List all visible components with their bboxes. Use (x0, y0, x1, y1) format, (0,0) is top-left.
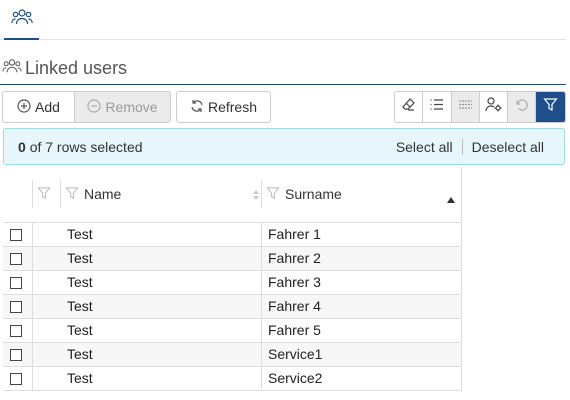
tab-linked-users[interactable] (4, 0, 39, 40)
selection-actions: Select all Deselect all (396, 139, 544, 155)
minus-circle-icon (87, 98, 102, 116)
tab-bar (0, 0, 566, 40)
cell-surname: Service1 (268, 346, 323, 362)
undo-icon (514, 97, 529, 117)
cell-divider (32, 343, 33, 366)
column-divider (32, 180, 33, 208)
cell-name: Test (67, 250, 93, 266)
cell-divider (261, 343, 262, 366)
remove-button-label: Remove (105, 99, 158, 115)
sort-neutral-icon[interactable] (252, 188, 260, 204)
selection-summary: 0 of 7 rows selected (18, 139, 143, 155)
section-divider (0, 84, 566, 85)
table-row[interactable]: Test Fahrer 2 (3, 247, 462, 271)
cell-divider (261, 247, 262, 270)
selection-text: of 7 rows selected (29, 139, 143, 155)
cell-surname: Fahrer 1 (268, 226, 321, 242)
cell-divider (261, 223, 262, 246)
filter-icon[interactable] (65, 186, 79, 203)
cell-divider (261, 295, 262, 318)
column-header-name-label: Name (84, 186, 122, 202)
cell-name: Test (67, 274, 93, 290)
table-row[interactable]: Test Fahrer 4 (3, 295, 462, 319)
cell-name: Test (67, 322, 93, 338)
table-row[interactable]: Test Fahrer 1 (3, 223, 462, 247)
plus-circle-icon (17, 98, 31, 116)
table-header: Name Surname (3, 167, 462, 223)
row-checkbox[interactable] (10, 253, 22, 265)
cell-divider (261, 319, 262, 342)
filter-icon (543, 97, 558, 117)
row-checkbox[interactable] (10, 229, 22, 241)
table-right-border (461, 167, 462, 390)
users-icon (10, 8, 33, 31)
cell-name: Test (67, 298, 93, 314)
cell-name: Test (67, 370, 93, 386)
add-button-label: Add (35, 99, 60, 115)
section-title: Linked users (25, 57, 128, 78)
row-checkbox[interactable] (10, 301, 22, 313)
sort-ascending-icon[interactable] (447, 190, 455, 206)
cell-divider (32, 247, 33, 270)
selected-count: 0 (18, 139, 26, 155)
filter-icon (37, 186, 51, 203)
cell-divider (32, 223, 33, 246)
row-checkbox[interactable] (10, 277, 22, 289)
column-divider (261, 180, 262, 208)
cell-divider (32, 367, 33, 390)
cell-surname: Fahrer 4 (268, 298, 321, 314)
row-separator-icon (458, 97, 473, 117)
clear-filter-button[interactable] (395, 92, 424, 122)
cell-divider (32, 271, 33, 294)
row-checkbox[interactable] (10, 325, 22, 337)
column-header-surname-label: Surname (285, 186, 342, 202)
table-row[interactable]: Test Service1 (3, 343, 462, 367)
section-header: Linked users (2, 56, 127, 80)
column-header-name[interactable]: Name (65, 180, 260, 208)
select-all-link[interactable]: Select all (396, 139, 453, 155)
row-checkbox[interactable] (10, 373, 22, 385)
users-icon (2, 58, 22, 79)
filter-select-column[interactable] (37, 180, 59, 208)
row-checkbox[interactable] (10, 349, 22, 361)
list-icon (429, 97, 444, 117)
remove-button[interactable]: Remove (74, 91, 171, 123)
cell-divider (261, 271, 262, 294)
cell-surname: Fahrer 3 (268, 274, 321, 290)
filter-row-toggle[interactable] (536, 92, 565, 122)
cell-divider (32, 295, 33, 318)
column-divider (60, 180, 61, 208)
cell-surname: Service2 (268, 370, 323, 386)
table-row[interactable]: Test Service2 (3, 367, 462, 391)
row-lines-button[interactable] (451, 92, 480, 122)
refresh-button[interactable]: Refresh (176, 91, 271, 123)
table-row[interactable]: Test Fahrer 5 (3, 319, 462, 343)
selection-separator (461, 139, 463, 155)
user-settings-icon (485, 97, 502, 117)
cell-surname: Fahrer 2 (268, 250, 321, 266)
add-button[interactable]: Add (2, 91, 75, 123)
users-table: Name Surname Test Fahrer 1 Test Fahrer 2 (3, 167, 462, 391)
cell-surname: Fahrer 5 (268, 322, 321, 338)
view-tools-group (394, 91, 566, 123)
user-settings-button[interactable] (479, 92, 508, 122)
column-chooser-button[interactable] (423, 92, 452, 122)
column-header-surname[interactable]: Surname (266, 180, 458, 208)
cell-divider (261, 367, 262, 390)
undo-button[interactable] (508, 92, 537, 122)
cell-name: Test (67, 346, 93, 362)
deselect-all-link[interactable]: Deselect all (472, 139, 544, 155)
selection-info-bar: 0 of 7 rows selected Select all Deselect… (3, 128, 565, 165)
cell-name: Test (67, 226, 93, 242)
refresh-button-label: Refresh (207, 99, 258, 115)
cell-divider (32, 319, 33, 342)
table-row[interactable]: Test Fahrer 3 (3, 271, 462, 295)
refresh-icon (190, 99, 204, 116)
filter-icon[interactable] (266, 186, 280, 203)
eraser-icon (401, 97, 416, 117)
